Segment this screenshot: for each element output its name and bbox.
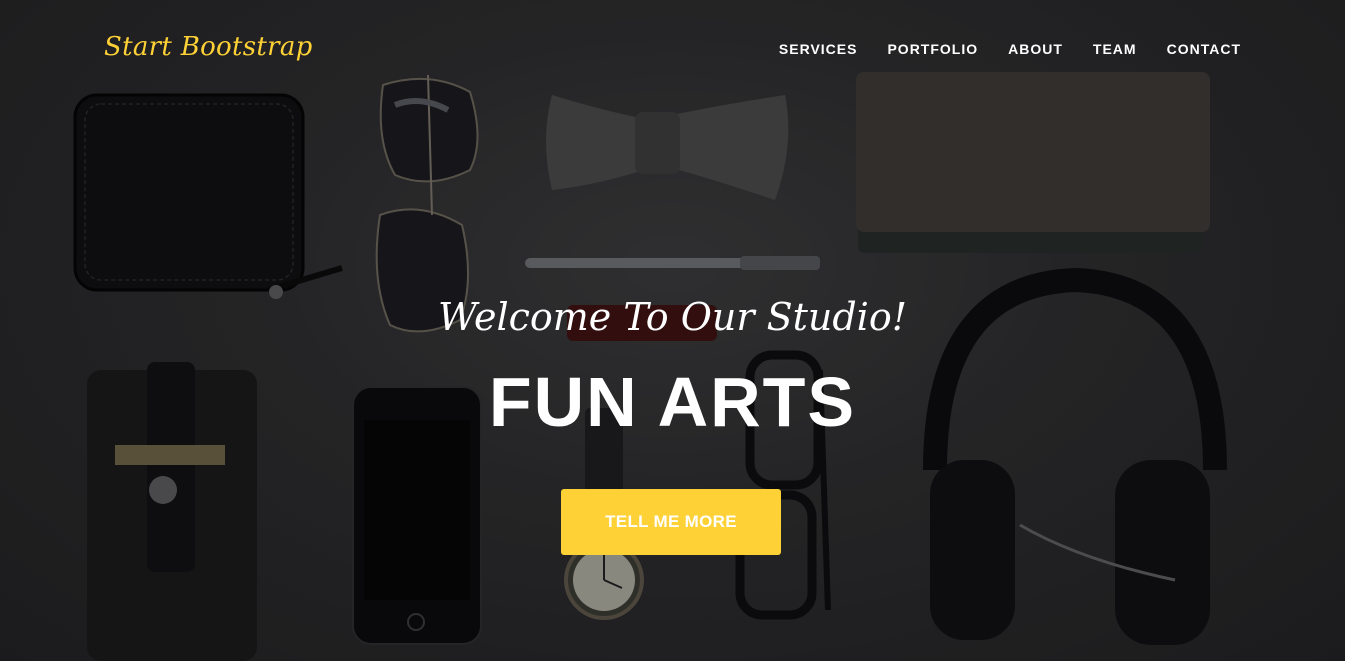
navbar-menu: SERVICES PORTFOLIO ABOUT TEAM CONTACT <box>764 39 1250 59</box>
nav-link-portfolio[interactable]: PORTFOLIO <box>872 39 993 59</box>
navbar-brand[interactable]: Start Bootstrap <box>104 32 313 62</box>
nav-link-team[interactable]: TEAM <box>1078 39 1152 59</box>
nav-link-services[interactable]: SERVICES <box>764 39 873 59</box>
intro-header: Start Bootstrap SERVICES PORTFOLIO ABOUT… <box>0 0 1345 661</box>
intro-heading: FUN ARTS <box>488 363 857 441</box>
intro-lead-heading: Welcome To Our Studio! <box>438 295 907 339</box>
nav-link-about[interactable]: ABOUT <box>993 39 1078 59</box>
tell-me-more-button[interactable]: TELL ME MORE <box>561 489 781 555</box>
nav-link-contact[interactable]: CONTACT <box>1152 39 1250 59</box>
